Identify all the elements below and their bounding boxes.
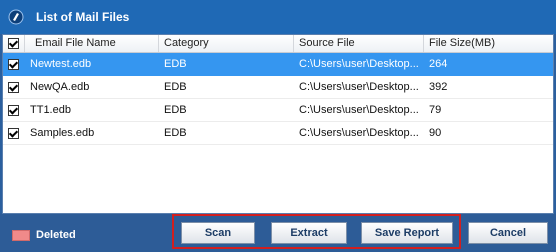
mail-files-window: List of Mail Files Email File Name Categ… bbox=[0, 0, 556, 252]
row-file-name: NewQA.edb bbox=[30, 81, 90, 93]
row-file-size: 79 bbox=[429, 104, 442, 116]
mail-files-table: Email File Name Category Source File Fil… bbox=[2, 34, 554, 214]
row-source-file: C:\Users\user\Desktop... bbox=[299, 127, 419, 139]
scan-button[interactable]: Scan bbox=[181, 222, 255, 244]
checkbox-check-icon bbox=[8, 104, 19, 116]
row-checkbox[interactable] bbox=[3, 127, 25, 139]
row-checkbox[interactable] bbox=[3, 81, 25, 93]
window-title: List of Mail Files bbox=[36, 10, 130, 24]
row-source-file: C:\Users\user\Desktop... bbox=[299, 81, 419, 93]
row-file-size: 392 bbox=[429, 81, 448, 93]
checkbox-check-icon bbox=[8, 58, 19, 70]
column-header-file-size[interactable]: File Size(MB) bbox=[424, 35, 551, 52]
table-row[interactable]: TT1.edb EDB C:\Users\user\Desktop... 79 bbox=[3, 99, 553, 122]
row-category: EDB bbox=[164, 104, 187, 116]
app-logo-icon bbox=[8, 9, 24, 25]
row-file-name: Samples.edb bbox=[30, 127, 95, 139]
save-report-button[interactable]: Save Report bbox=[361, 222, 453, 244]
row-category: EDB bbox=[164, 81, 187, 93]
deleted-legend-label: Deleted bbox=[36, 229, 76, 241]
checkbox-check-icon bbox=[8, 127, 19, 139]
select-all-checkbox[interactable] bbox=[3, 35, 25, 52]
extract-button[interactable]: Extract bbox=[271, 222, 347, 244]
row-category: EDB bbox=[164, 58, 187, 70]
title-bar: List of Mail Files bbox=[0, 0, 556, 34]
row-file-size: 90 bbox=[429, 127, 442, 139]
column-header-category[interactable]: Category bbox=[159, 35, 294, 52]
row-source-file: C:\Users\user\Desktop... bbox=[299, 104, 419, 116]
row-checkbox[interactable] bbox=[3, 58, 25, 70]
row-file-size: 264 bbox=[429, 58, 448, 70]
cancel-button[interactable]: Cancel bbox=[468, 222, 548, 244]
table-row[interactable]: NewQA.edb EDB C:\Users\user\Desktop... 3… bbox=[3, 76, 553, 99]
row-category: EDB bbox=[164, 127, 187, 139]
row-source-file: C:\Users\user\Desktop... bbox=[299, 58, 419, 70]
row-file-name: TT1.edb bbox=[30, 104, 71, 116]
deleted-legend-swatch bbox=[12, 230, 30, 241]
column-header-email-file-name[interactable]: Email File Name bbox=[25, 35, 159, 52]
checkbox-check-icon bbox=[8, 38, 19, 49]
column-header-source-file[interactable]: Source File bbox=[294, 35, 424, 52]
table-row[interactable]: Newtest.edb EDB C:\Users\user\Desktop...… bbox=[3, 53, 553, 76]
table-header: Email File Name Category Source File Fil… bbox=[3, 35, 553, 53]
checkbox-check-icon bbox=[8, 81, 19, 93]
table-row[interactable]: Samples.edb EDB C:\Users\user\Desktop...… bbox=[3, 122, 553, 145]
row-file-name: Newtest.edb bbox=[30, 58, 92, 70]
row-checkbox[interactable] bbox=[3, 104, 25, 116]
